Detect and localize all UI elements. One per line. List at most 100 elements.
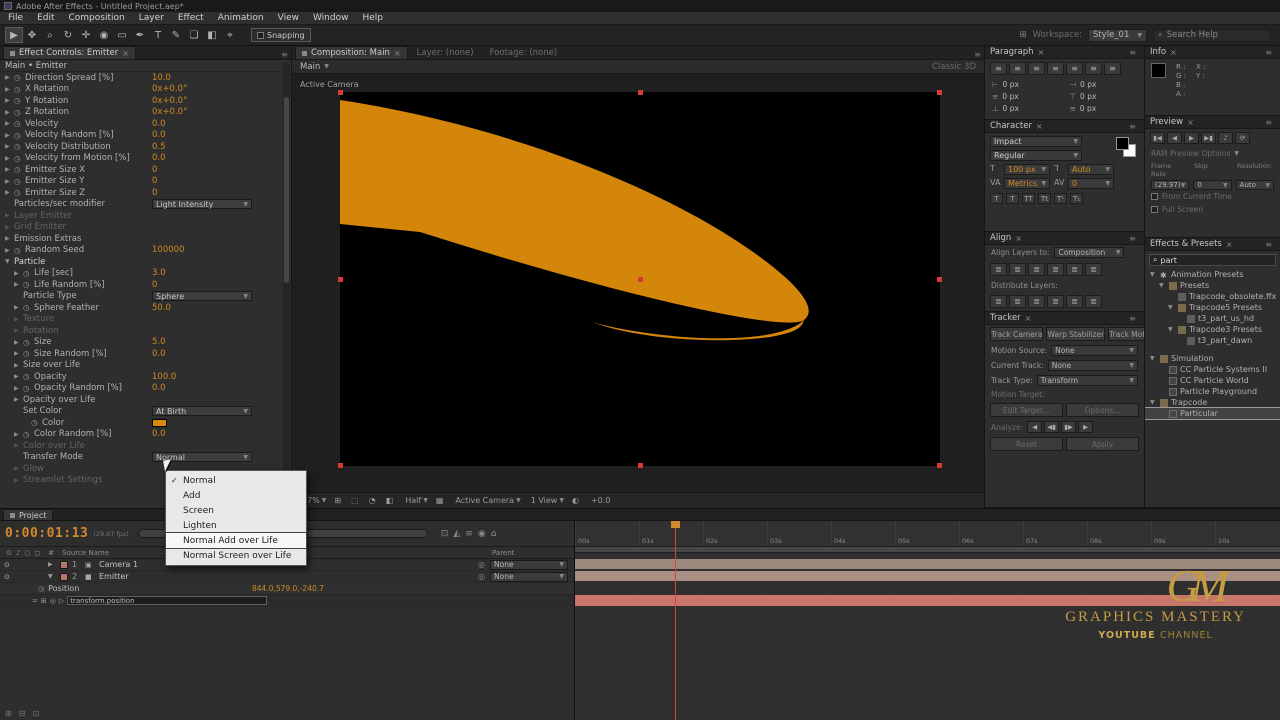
distribute-button[interactable]: ≣ <box>1028 295 1045 308</box>
tab-timeline[interactable]: Project <box>3 509 54 520</box>
leading-dropdown[interactable]: Auto ▼ <box>1068 164 1114 175</box>
layer-label-chip[interactable] <box>60 572 68 581</box>
align-button[interactable]: ≣ <box>1047 263 1064 276</box>
twirl-icon[interactable]: ▶ <box>14 316 23 323</box>
paragraph-field[interactable]: ≡ 0 px <box>1070 104 1138 113</box>
effect-property-row[interactable]: ▶ ◷ Y Rotation 0x+0.0° 0x+0.0°▼ <box>0 95 291 107</box>
stopwatch-icon[interactable]: ◷ <box>14 73 25 82</box>
menu-option[interactable]: ✓ Lighten <box>166 518 306 533</box>
close-icon[interactable]: × <box>1226 240 1233 249</box>
comp-bottom-control[interactable]: ◐ ▼ <box>572 496 581 505</box>
effect-property-row[interactable]: ▶ ◷ Random Seed 100000 100000▼ <box>0 245 291 257</box>
effect-property-row[interactable]: ▶ ◷ Layer Emitter ▼ <box>0 210 291 222</box>
panel-menu-icon[interactable]: ≡ <box>1265 48 1275 57</box>
distribute-button[interactable]: ≣ <box>1009 295 1026 308</box>
tracking-dropdown[interactable]: 0 ▼ <box>1068 178 1114 189</box>
tool-button[interactable]: T <box>149 27 167 43</box>
distribute-button[interactable]: ≣ <box>990 295 1007 308</box>
scrollbar[interactable] <box>283 62 290 504</box>
checkbox-icon[interactable] <box>1151 206 1158 213</box>
property-value[interactable]: 0x+0.0° <box>152 107 187 117</box>
stopwatch-icon[interactable]: ◷ <box>14 165 25 174</box>
twirl-icon[interactable]: ▼ <box>1168 304 1175 311</box>
panel-menu-icon[interactable]: ≡ <box>1265 118 1275 127</box>
expression-input[interactable] <box>67 596 268 605</box>
tracker-button[interactable]: Track Camera <box>990 327 1044 341</box>
transport-button[interactable]: ♪ <box>1218 132 1233 144</box>
expression-enable-icon[interactable]: = <box>32 597 38 605</box>
comp-bottom-control[interactable]: ◔ ▼ <box>369 496 378 505</box>
tab-footage[interactable]: Footage: (none) <box>483 46 565 59</box>
stopwatch-icon[interactable]: ◷ <box>23 280 34 289</box>
twirl-icon[interactable]: ▶ <box>48 561 56 568</box>
paragraph-align-button[interactable]: ≡ <box>1028 62 1045 75</box>
preset-tree-item[interactable]: Particle Playground <box>1145 386 1280 397</box>
text-style-toggle[interactable]: Tt <box>1038 193 1051 204</box>
tool-button[interactable]: ⌕ <box>41 27 59 43</box>
twirl-icon[interactable]: ▶ <box>5 74 14 81</box>
property-value[interactable]: 0 <box>152 176 157 186</box>
property-dropdown[interactable]: Light Intensity ▼ <box>152 199 252 210</box>
tool-button[interactable]: ▶ <box>5 27 23 43</box>
twirl-icon[interactable]: ▶ <box>14 281 23 288</box>
transport-button[interactable]: ▶ <box>1184 132 1199 144</box>
stopwatch-icon[interactable]: ◷ <box>14 96 25 105</box>
effect-property-row[interactable]: ▶ ◷ Life [sec] 3.0 3.0▼ <box>0 268 291 280</box>
parent-dropdown[interactable]: None ▼ <box>490 571 568 582</box>
effect-property-row[interactable]: ▶ ◷ Sphere Feather 50.0 50.0▼ <box>0 302 291 314</box>
effect-property-row[interactable]: ▶ ◷ Color over Life ▼ <box>0 440 291 452</box>
text-style-toggle[interactable]: TT <box>1022 193 1035 204</box>
twirl-icon[interactable]: ▼ <box>1150 399 1157 406</box>
work-area-bar[interactable] <box>575 547 1280 553</box>
tool-button[interactable]: ✛ <box>77 27 95 43</box>
renderer-label[interactable]: Classic 3D <box>932 62 976 72</box>
help-search-input[interactable]: ⌕ Search Help <box>1153 28 1271 42</box>
effect-property-row[interactable]: ◷ Particles/sec modifier Light Intensity… <box>0 199 291 211</box>
twirl-icon[interactable]: ▶ <box>5 86 14 93</box>
twirl-icon[interactable]: ▶ <box>5 120 14 127</box>
preset-tree-item[interactable]: ▼ Trapcode3 Presets <box>1145 324 1280 335</box>
fill-color-swatch[interactable] <box>1116 137 1129 150</box>
selection-handle[interactable] <box>338 277 343 282</box>
tab-effect-controls[interactable]: Effect Controls: Emitter × <box>3 46 136 59</box>
tool-button[interactable]: ✒ <box>131 27 149 43</box>
effect-property-row[interactable]: ▶ ◷ Velocity Random [%] 0.0 0.0▼ <box>0 130 291 142</box>
close-icon[interactable]: × <box>1036 122 1043 131</box>
effect-property-row[interactable]: ▶ ◷ Opacity over Life ▼ <box>0 394 291 406</box>
tracker-dropdown[interactable]: None ▼ <box>1047 360 1138 371</box>
menu-item[interactable]: Layer <box>139 13 164 23</box>
stopwatch-icon[interactable]: ◷ <box>23 384 34 393</box>
stopwatch-icon[interactable]: ◷ <box>23 372 34 381</box>
selection-handle[interactable] <box>338 90 343 95</box>
font-family-dropdown[interactable]: Impact ▼ <box>990 136 1082 147</box>
property-value[interactable]: 5.0 <box>152 337 166 347</box>
panel-menu-icon[interactable]: ≡ <box>1129 122 1139 131</box>
twirl-icon[interactable]: ▶ <box>14 477 23 484</box>
stopwatch-icon[interactable]: ◷ <box>31 418 42 427</box>
tracker-button[interactable]: Warp Stabilizer <box>1046 327 1106 341</box>
property-value[interactable]: 0 <box>152 188 157 198</box>
distribute-button[interactable]: ≣ <box>1085 295 1102 308</box>
property-value[interactable]: 0.0 <box>152 383 166 393</box>
stopwatch-icon[interactable]: ◷ <box>14 85 25 94</box>
paragraph-align-button[interactable]: ≡ <box>1085 62 1102 75</box>
property-value[interactable]: 0.5 <box>152 142 166 152</box>
tracker-footer-button[interactable]: Reset <box>990 437 1063 451</box>
distribute-button[interactable]: ≣ <box>1047 295 1064 308</box>
effects-search-input[interactable] <box>1160 255 1251 265</box>
paragraph-field[interactable]: ⊢ 0 px <box>992 80 1060 89</box>
transport-button[interactable]: ▶▮ <box>1201 132 1216 144</box>
property-value[interactable]: 0x+0.0° <box>152 84 187 94</box>
twirl-icon[interactable]: ▶ <box>14 327 23 334</box>
timeline-toggle-icon[interactable]: ⊟ <box>19 709 26 718</box>
twirl-icon[interactable]: ▶ <box>14 465 23 472</box>
menu-item[interactable]: Animation <box>218 13 264 23</box>
layer-name[interactable]: Emitter <box>99 572 129 581</box>
property-value[interactable]: 100.0 <box>152 372 176 382</box>
twirl-icon[interactable]: ▶ <box>5 109 14 116</box>
tab-composition[interactable]: Composition: Main × <box>295 46 408 59</box>
tool-button[interactable]: ❏ <box>185 27 203 43</box>
preset-tree-item[interactable]: ▼ Trapcode5 Presets <box>1145 302 1280 313</box>
twirl-icon[interactable]: ▶ <box>5 155 14 162</box>
text-style-toggle[interactable]: T¹ <box>1054 193 1067 204</box>
